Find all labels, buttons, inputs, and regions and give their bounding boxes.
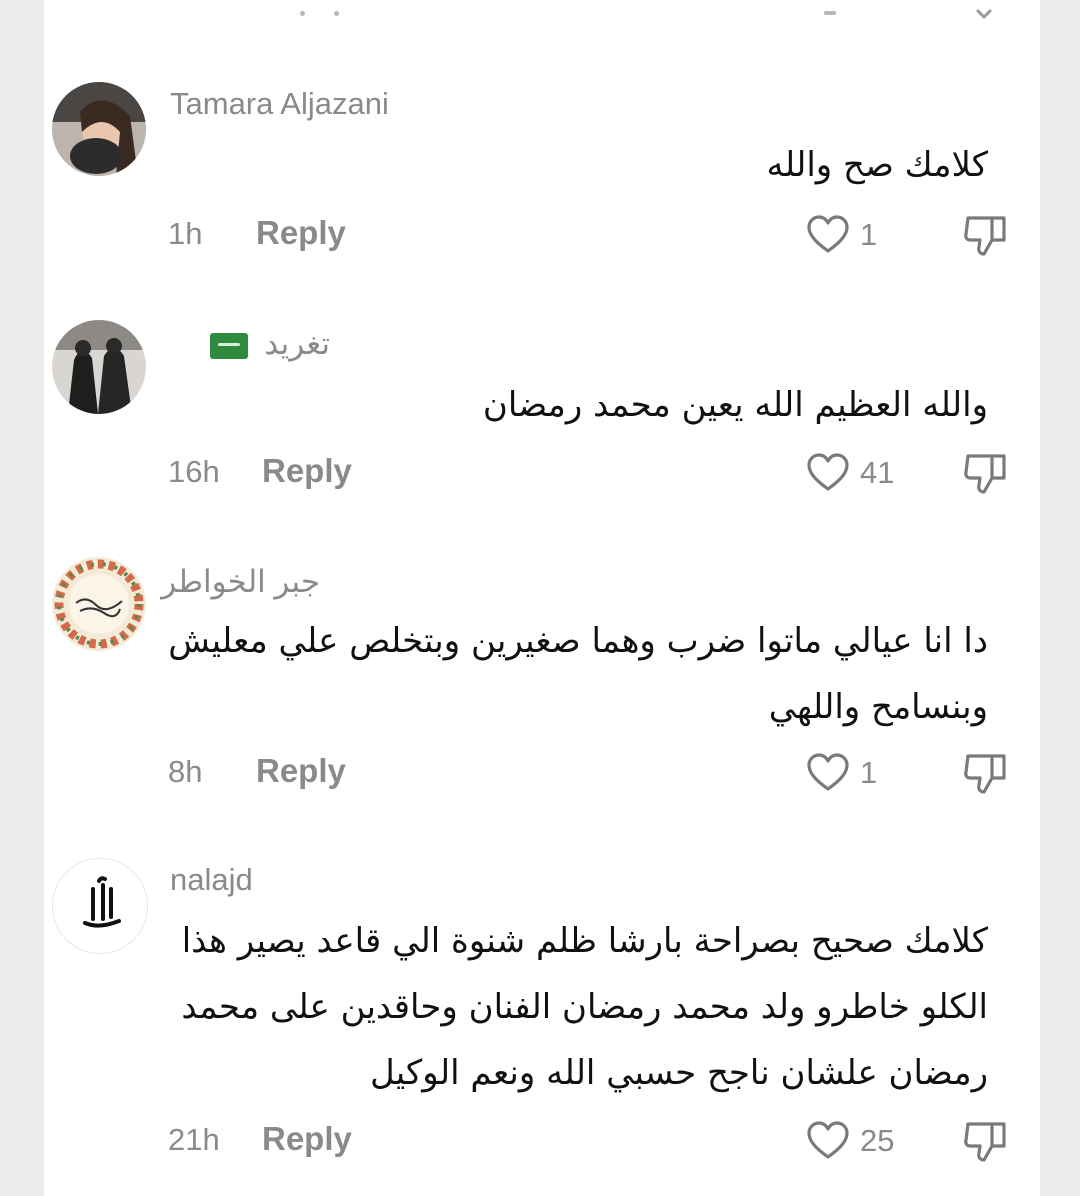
reply-button[interactable]: Reply — [256, 214, 346, 252]
comment-text: دا انا عيالي ماتوا ضرب وهما صغيرين وبتخل… — [168, 621, 988, 727]
chevron-down-icon — [976, 9, 992, 20]
comment-author[interactable]: nalajd — [170, 862, 253, 898]
avatar[interactable] — [52, 320, 146, 414]
comment-author[interactable]: Tamara Aljazani — [170, 86, 389, 122]
comment-time: 21h — [168, 1122, 220, 1157]
like-count: 1 — [860, 217, 878, 252]
avatar[interactable] — [52, 82, 146, 176]
avatar[interactable] — [52, 858, 148, 954]
heart-outline-icon — [807, 1121, 849, 1159]
comment-actions: 1h Reply 1 — [44, 210, 1040, 260]
reply-button[interactable]: Reply — [262, 1120, 352, 1158]
comment-author[interactable]: جبر الخواطر — [161, 564, 320, 600]
divider-dot — [824, 11, 836, 15]
comment-time: 16h — [168, 454, 220, 489]
like-button[interactable]: 1 — [806, 210, 877, 260]
comment-actions: 8h Reply 1 — [44, 748, 1040, 798]
heart-outline-icon — [807, 453, 849, 491]
reply-button[interactable]: Reply — [256, 752, 346, 790]
top-scroll-edge — [44, 0, 1040, 30]
comment-text: كلامك صح والله — [766, 145, 988, 185]
like-button[interactable]: 25 — [806, 1116, 894, 1166]
heart-outline-icon — [807, 753, 849, 791]
thumbs-down-outline-icon[interactable] — [962, 1118, 1010, 1164]
divider-dot — [300, 11, 305, 16]
saudi-flag-icon — [209, 332, 248, 359]
avatar[interactable] — [52, 557, 146, 651]
comment-time: 8h — [168, 754, 203, 789]
reply-button[interactable]: Reply — [262, 452, 352, 490]
divider-dot — [334, 11, 339, 16]
comment-time: 1h — [168, 216, 203, 251]
thumbs-down-outline-icon[interactable] — [962, 750, 1010, 796]
comment-author[interactable]: تغريد — [170, 326, 330, 362]
like-count: 41 — [860, 455, 895, 490]
comment-actions: 21h Reply 25 — [44, 1116, 1040, 1166]
like-button[interactable]: 41 — [806, 448, 894, 498]
like-count: 25 — [860, 1123, 895, 1158]
comment-text: والله العظيم الله يعين محمد رمضان — [482, 385, 988, 425]
thumbs-down-outline-icon[interactable] — [962, 450, 1010, 496]
thumbs-down-outline-icon[interactable] — [962, 212, 1010, 258]
author-name: تغريد — [264, 326, 330, 361]
comment-actions: 16h Reply 41 — [44, 448, 1040, 498]
heart-outline-icon — [807, 215, 849, 253]
comments-panel: Tamara Aljazani كلامك صح والله 1h Reply … — [44, 0, 1040, 1196]
like-button[interactable]: 1 — [806, 748, 877, 798]
comment-text: كلامك صحيح بصراحة بارشا ظلم شنوة الي قاع… — [181, 921, 988, 1093]
like-count: 1 — [860, 755, 878, 790]
